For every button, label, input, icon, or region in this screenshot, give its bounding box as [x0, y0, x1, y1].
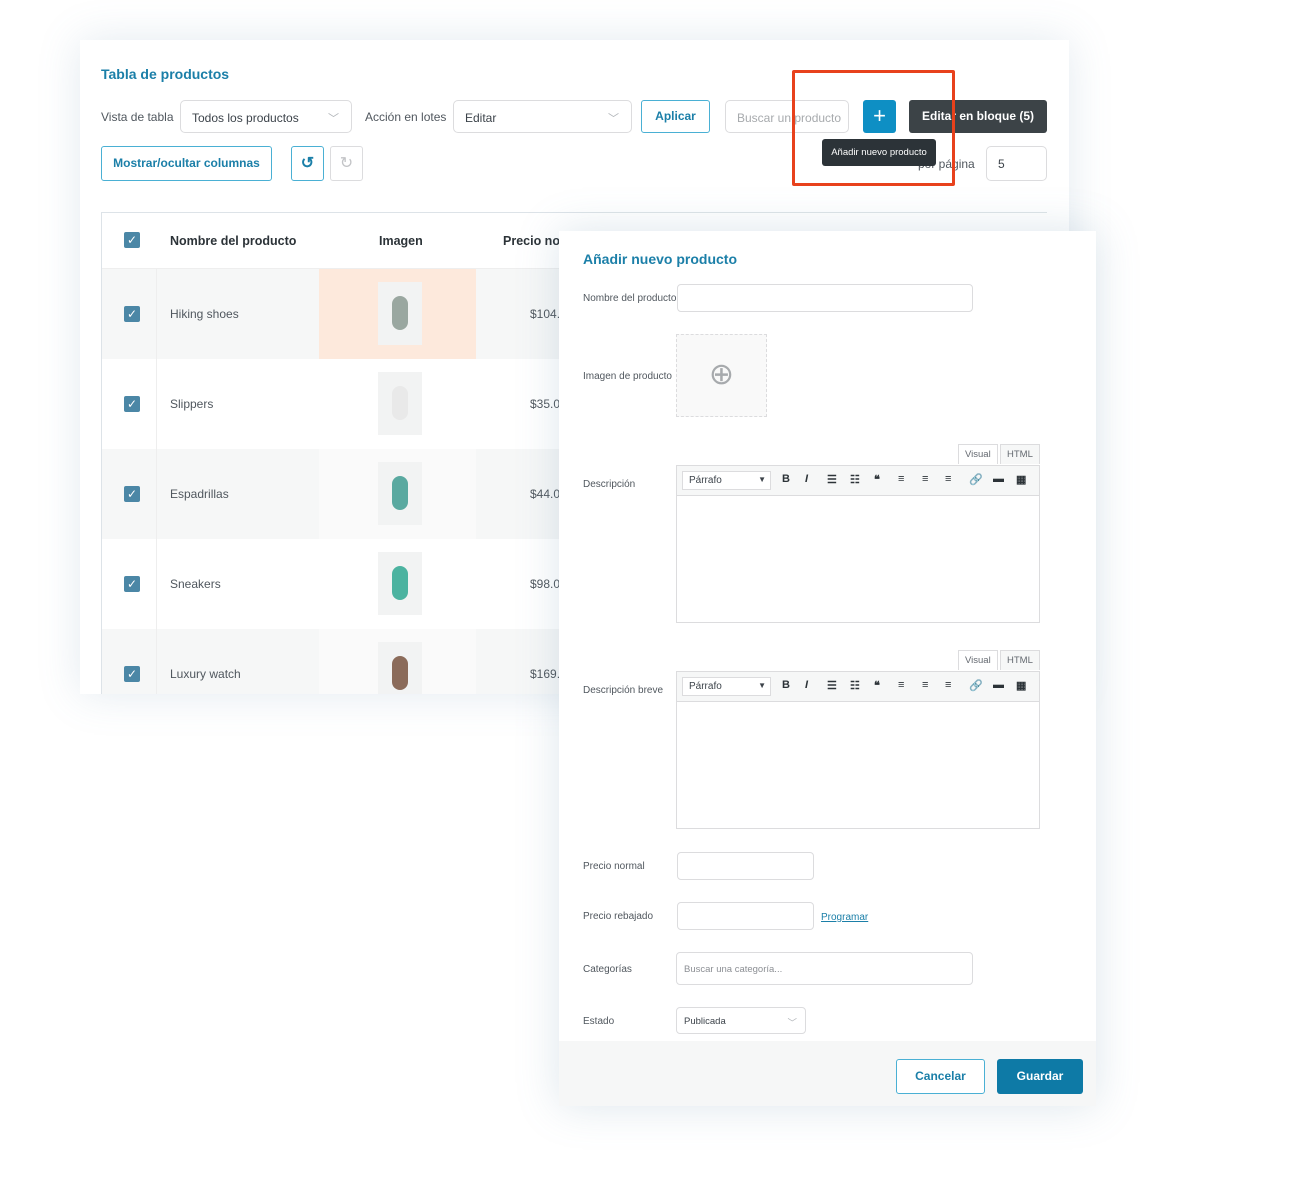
schedule-link[interactable]: Programar: [821, 912, 868, 923]
format-select[interactable]: Párrafo ▼: [682, 471, 771, 490]
modal-title: Añadir nuevo producto: [583, 251, 737, 267]
format-value: Párrafo: [689, 475, 722, 486]
chevron-down-icon: ﹀: [328, 113, 339, 125]
select-all-checkbox[interactable]: ✓: [124, 232, 140, 248]
redo-button[interactable]: ↻: [330, 146, 363, 181]
product-name[interactable]: Espadrillas: [170, 487, 229, 501]
short-description-editor[interactable]: Párrafo ▼ B I ☰ ☷ ❝ ≡ ≡ ≡ 🔗 ▬ ▦: [676, 671, 1040, 829]
product-thumbnail[interactable]: [378, 372, 422, 435]
dropdown-arrow-icon: ▼: [758, 681, 766, 690]
read-more-icon[interactable]: ▬: [993, 679, 1004, 691]
save-button[interactable]: Guardar: [997, 1059, 1083, 1094]
row-checkbox[interactable]: ✓: [124, 666, 140, 682]
batch-select[interactable]: Editar ﹀: [453, 100, 632, 133]
status-label: Estado: [583, 1016, 615, 1027]
row-checkbox[interactable]: ✓: [124, 306, 140, 322]
batch-value: Editar: [465, 111, 497, 125]
redo-icon: ↻: [339, 155, 354, 172]
italic-icon[interactable]: I: [805, 473, 808, 485]
product-thumbnail[interactable]: [378, 642, 422, 694]
bold-icon[interactable]: B: [782, 473, 790, 485]
link-icon[interactable]: 🔗: [969, 679, 983, 692]
header-image: Imagen: [379, 234, 423, 248]
view-value: Todos los productos: [192, 111, 299, 125]
format-select[interactable]: Párrafo ▼: [682, 677, 771, 696]
blockquote-icon[interactable]: ❝: [874, 473, 880, 486]
numbered-list-icon[interactable]: ☷: [850, 473, 860, 486]
sale-price-input[interactable]: [677, 902, 814, 930]
align-center-icon[interactable]: ≡: [922, 473, 928, 485]
highlight-box: [792, 70, 955, 186]
editor-toolbar: Párrafo ▼ B I ☰ ☷ ❝ ≡ ≡ ≡ 🔗 ▬ ▦: [677, 672, 1039, 702]
short-description-label: Descripción breve: [583, 685, 664, 696]
tab-visual[interactable]: Visual: [958, 650, 998, 670]
bold-icon[interactable]: B: [782, 679, 790, 691]
product-thumbnail[interactable]: [378, 462, 422, 525]
batch-label: Acción en lotes: [365, 110, 447, 124]
name-cell: [156, 629, 319, 694]
align-left-icon[interactable]: ≡: [898, 473, 904, 485]
sale-price-label: Precio rebajado: [583, 911, 654, 922]
chevron-down-icon: ﹀: [787, 1018, 797, 1029]
add-image-icon: ⊕: [708, 358, 735, 391]
toggle-columns-button[interactable]: Mostrar/ocultar columnas: [101, 146, 272, 181]
align-right-icon[interactable]: ≡: [945, 679, 951, 691]
status-value: Publicada: [684, 1016, 726, 1027]
toolbar-toggle-icon[interactable]: ▦: [1016, 679, 1026, 692]
tab-html[interactable]: HTML: [1000, 650, 1040, 670]
status-select[interactable]: Publicada ﹀: [676, 1007, 806, 1034]
cancel-button[interactable]: Cancelar: [896, 1059, 985, 1094]
editor-toolbar: Párrafo ▼ B I ☰ ☷ ❝ ≡ ≡ ≡ 🔗 ▬ ▦: [677, 466, 1039, 496]
row-checkbox[interactable]: ✓: [124, 486, 140, 502]
chevron-down-icon: ﹀: [608, 113, 619, 125]
numbered-list-icon[interactable]: ☷: [850, 679, 860, 692]
product-name[interactable]: Hiking shoes: [170, 307, 239, 321]
per-page-input[interactable]: 5: [986, 146, 1047, 181]
categories-label: Categorías: [583, 964, 632, 975]
description-editor[interactable]: Párrafo ▼ B I ☰ ☷ ❝ ≡ ≡ ≡ 🔗 ▬ ▦: [676, 465, 1040, 623]
row-checkbox[interactable]: ✓: [124, 396, 140, 412]
page-title: Tabla de productos: [101, 66, 230, 82]
product-thumbnail[interactable]: [378, 282, 422, 345]
undo-icon: ↺: [300, 155, 315, 172]
header-name: Nombre del producto: [170, 234, 297, 248]
modal-footer: Cancelar Guardar: [559, 1041, 1096, 1106]
product-name[interactable]: Slippers: [170, 397, 213, 411]
product-name[interactable]: Sneakers: [170, 577, 221, 591]
apply-button[interactable]: Aplicar: [641, 100, 710, 133]
link-icon[interactable]: 🔗: [969, 473, 983, 486]
categories-search-input[interactable]: Buscar una categoría...: [676, 952, 973, 985]
product-thumbnail[interactable]: [378, 552, 422, 615]
align-left-icon[interactable]: ≡: [898, 679, 904, 691]
product-name-input[interactable]: [677, 284, 973, 312]
view-label: Vista de tabla: [101, 110, 174, 124]
view-select[interactable]: Todos los productos ﹀: [180, 100, 352, 133]
regular-price-input[interactable]: [677, 852, 814, 880]
description-label: Descripción: [583, 479, 636, 490]
format-value: Párrafo: [689, 681, 722, 692]
undo-button[interactable]: ↺: [291, 146, 324, 181]
regular-price-label: Precio normal: [583, 861, 645, 872]
image-label: Imagen de producto: [583, 371, 672, 382]
align-center-icon[interactable]: ≡: [922, 679, 928, 691]
bullet-list-icon[interactable]: ☰: [827, 473, 837, 486]
row-checkbox[interactable]: ✓: [124, 576, 140, 592]
blockquote-icon[interactable]: ❝: [874, 679, 880, 692]
name-label: Nombre del producto: [583, 293, 677, 304]
image-upload[interactable]: ⊕: [676, 334, 767, 417]
add-product-modal: Añadir nuevo producto Nombre del product…: [559, 231, 1096, 1106]
tab-visual[interactable]: Visual: [958, 444, 998, 464]
product-name[interactable]: Luxury watch: [170, 667, 241, 681]
toolbar-toggle-icon[interactable]: ▦: [1016, 473, 1026, 486]
italic-icon[interactable]: I: [805, 679, 808, 691]
tab-html[interactable]: HTML: [1000, 444, 1040, 464]
align-right-icon[interactable]: ≡: [945, 473, 951, 485]
dropdown-arrow-icon: ▼: [758, 475, 766, 484]
bullet-list-icon[interactable]: ☰: [827, 679, 837, 692]
read-more-icon[interactable]: ▬: [993, 473, 1004, 485]
